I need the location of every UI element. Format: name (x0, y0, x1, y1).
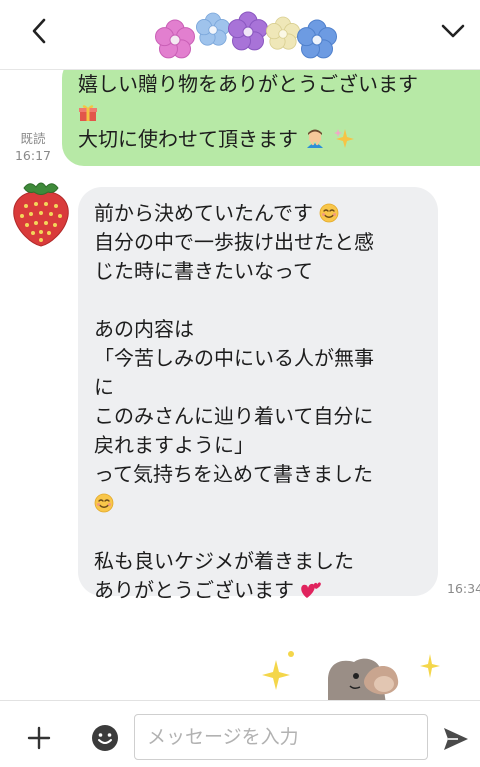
sparkle-sticker-icon[interactable] (258, 640, 448, 704)
chat-screen: 嬉しい贈り物をありがとうございます 大切に使わせて頂きます 既読 16:17 前… (0, 0, 480, 767)
message-text: 戻れますように」 (94, 433, 254, 457)
message-text: って気持ちを込めて書きました (94, 462, 373, 486)
back-button[interactable] (22, 14, 56, 48)
strawberry-icon[interactable] (10, 178, 72, 248)
two-hearts-icon (301, 582, 322, 598)
send-icon (444, 728, 468, 750)
message-time: 16:34 (447, 581, 480, 596)
message-text: 嬉しい贈り物をありがとうございます (78, 72, 418, 96)
message-time: 16:17 (14, 148, 52, 163)
message-meta: 既読 16:17 (10, 130, 56, 164)
message-input[interactable] (134, 714, 428, 760)
sparkles-icon (333, 129, 354, 148)
message-text: に (94, 375, 114, 399)
received-message-bubble[interactable]: 前から決めていたんです 自分の中で一歩抜け出せたと感 じた時に書きたいなって あ… (78, 187, 438, 602)
chevron-left-icon (32, 18, 46, 44)
message-text (94, 518, 428, 547)
message-text: ありがとうございます (94, 578, 294, 602)
flowers-icon (155, 11, 337, 59)
send-button[interactable] (438, 721, 474, 757)
plus-button[interactable] (22, 721, 56, 755)
menu-button[interactable] (436, 14, 470, 48)
message-text: 「今苦しみの中にいる人が無事 (94, 346, 374, 370)
emoji-button[interactable] (88, 721, 122, 755)
bowing-person-icon (307, 129, 324, 148)
smiling-face-icon (319, 203, 339, 223)
emoji-icon (92, 725, 118, 751)
message-text: 大切に使わせて頂きます (78, 127, 298, 151)
sent-message-bubble[interactable]: 嬉しい贈り物をありがとうございます 大切に使わせて頂きます (62, 56, 480, 166)
chat-header (0, 0, 480, 70)
message-emoji-line (78, 99, 480, 125)
smiling-face-icon (94, 493, 114, 513)
chevron-down-icon (441, 24, 465, 38)
message-text: このみさんに辿り着いて自分に (94, 404, 374, 428)
message-text: あの内容は (94, 317, 194, 341)
message-text: 私も良いケジメが着きました (94, 549, 354, 573)
message-text: じた時に書きたいなって (94, 259, 313, 283)
message-input-bar (0, 700, 480, 767)
gift-icon (79, 105, 97, 121)
message-text: 前から決めていたんです (94, 201, 313, 225)
message-text: 自分の中で一歩抜け出せたと感 (94, 230, 374, 254)
message-text (94, 286, 428, 315)
plus-icon (27, 726, 51, 750)
read-status: 既読 (20, 131, 46, 146)
